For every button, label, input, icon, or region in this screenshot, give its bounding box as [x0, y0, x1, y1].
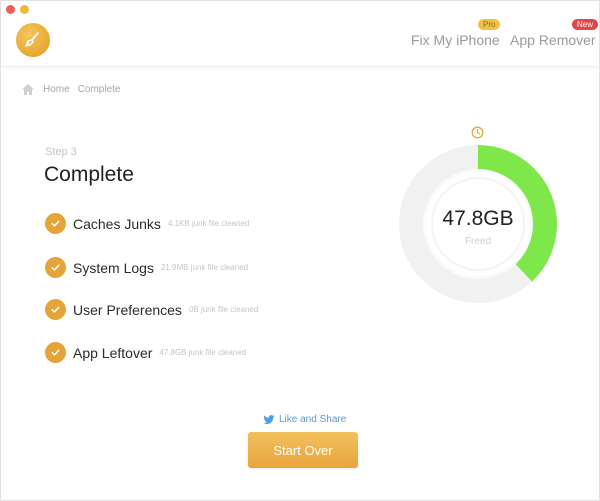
result-system-logs: System Logs 21.9MB junk file cleaned — [45, 257, 248, 278]
check-icon — [45, 342, 66, 363]
app-logo[interactable] — [16, 23, 50, 57]
page-title: Complete — [44, 163, 134, 186]
check-icon — [45, 213, 66, 234]
result-name: Caches Junks — [73, 215, 161, 232]
freed-amount: 47.8GB — [442, 207, 514, 230]
breadcrumb-home[interactable]: Home — [43, 84, 70, 95]
app-window: Fix My iPhone Pro App Remover New Home C… — [0, 0, 600, 501]
result-note: 21.9MB junk file cleaned — [160, 263, 249, 272]
step-label: Step 3 — [45, 146, 77, 158]
timer-icon — [471, 126, 484, 139]
check-icon — [45, 257, 66, 278]
result-note: 4.1KB junk file cleaned — [167, 219, 250, 228]
breadcrumb-complete: Complete — [77, 84, 121, 95]
result-caches-junks: Caches Junks 4.1KB junk file cleaned — [45, 213, 249, 234]
result-app-leftover: App Leftover 47.8GB junk file cleaned — [45, 342, 246, 363]
broom-icon — [25, 32, 39, 47]
freed-label: Freed — [464, 236, 492, 247]
result-note: 0B junk file cleaned — [188, 305, 259, 314]
result-user-preferences: User Preferences 0B junk file cleaned — [45, 299, 258, 320]
twitter-icon — [263, 414, 275, 424]
nav-app-remover[interactable]: App Remover — [510, 32, 596, 48]
result-name: App Leftover — [73, 344, 153, 361]
result-name: User Preferences — [73, 301, 182, 318]
pro-badge: Pro — [478, 19, 501, 30]
nav-fix-my-iphone[interactable]: Fix My iPhone — [411, 32, 500, 48]
result-note: 47.8GB junk file cleaned — [159, 348, 247, 357]
check-icon — [45, 299, 66, 320]
app-header: Fix My iPhone Pro App Remover New — [1, 1, 600, 67]
new-badge: New — [572, 19, 599, 30]
breadcrumb: Home Complete — [21, 83, 121, 96]
share-label: Like and Share — [279, 414, 347, 425]
like-and-share-link[interactable]: Like and Share — [263, 414, 346, 425]
freed-space-ring: 47.8GB Freed — [399, 145, 557, 303]
start-over-button[interactable]: Start Over — [248, 432, 358, 468]
result-name: System Logs — [73, 259, 154, 276]
home-icon[interactable] — [21, 83, 35, 96]
